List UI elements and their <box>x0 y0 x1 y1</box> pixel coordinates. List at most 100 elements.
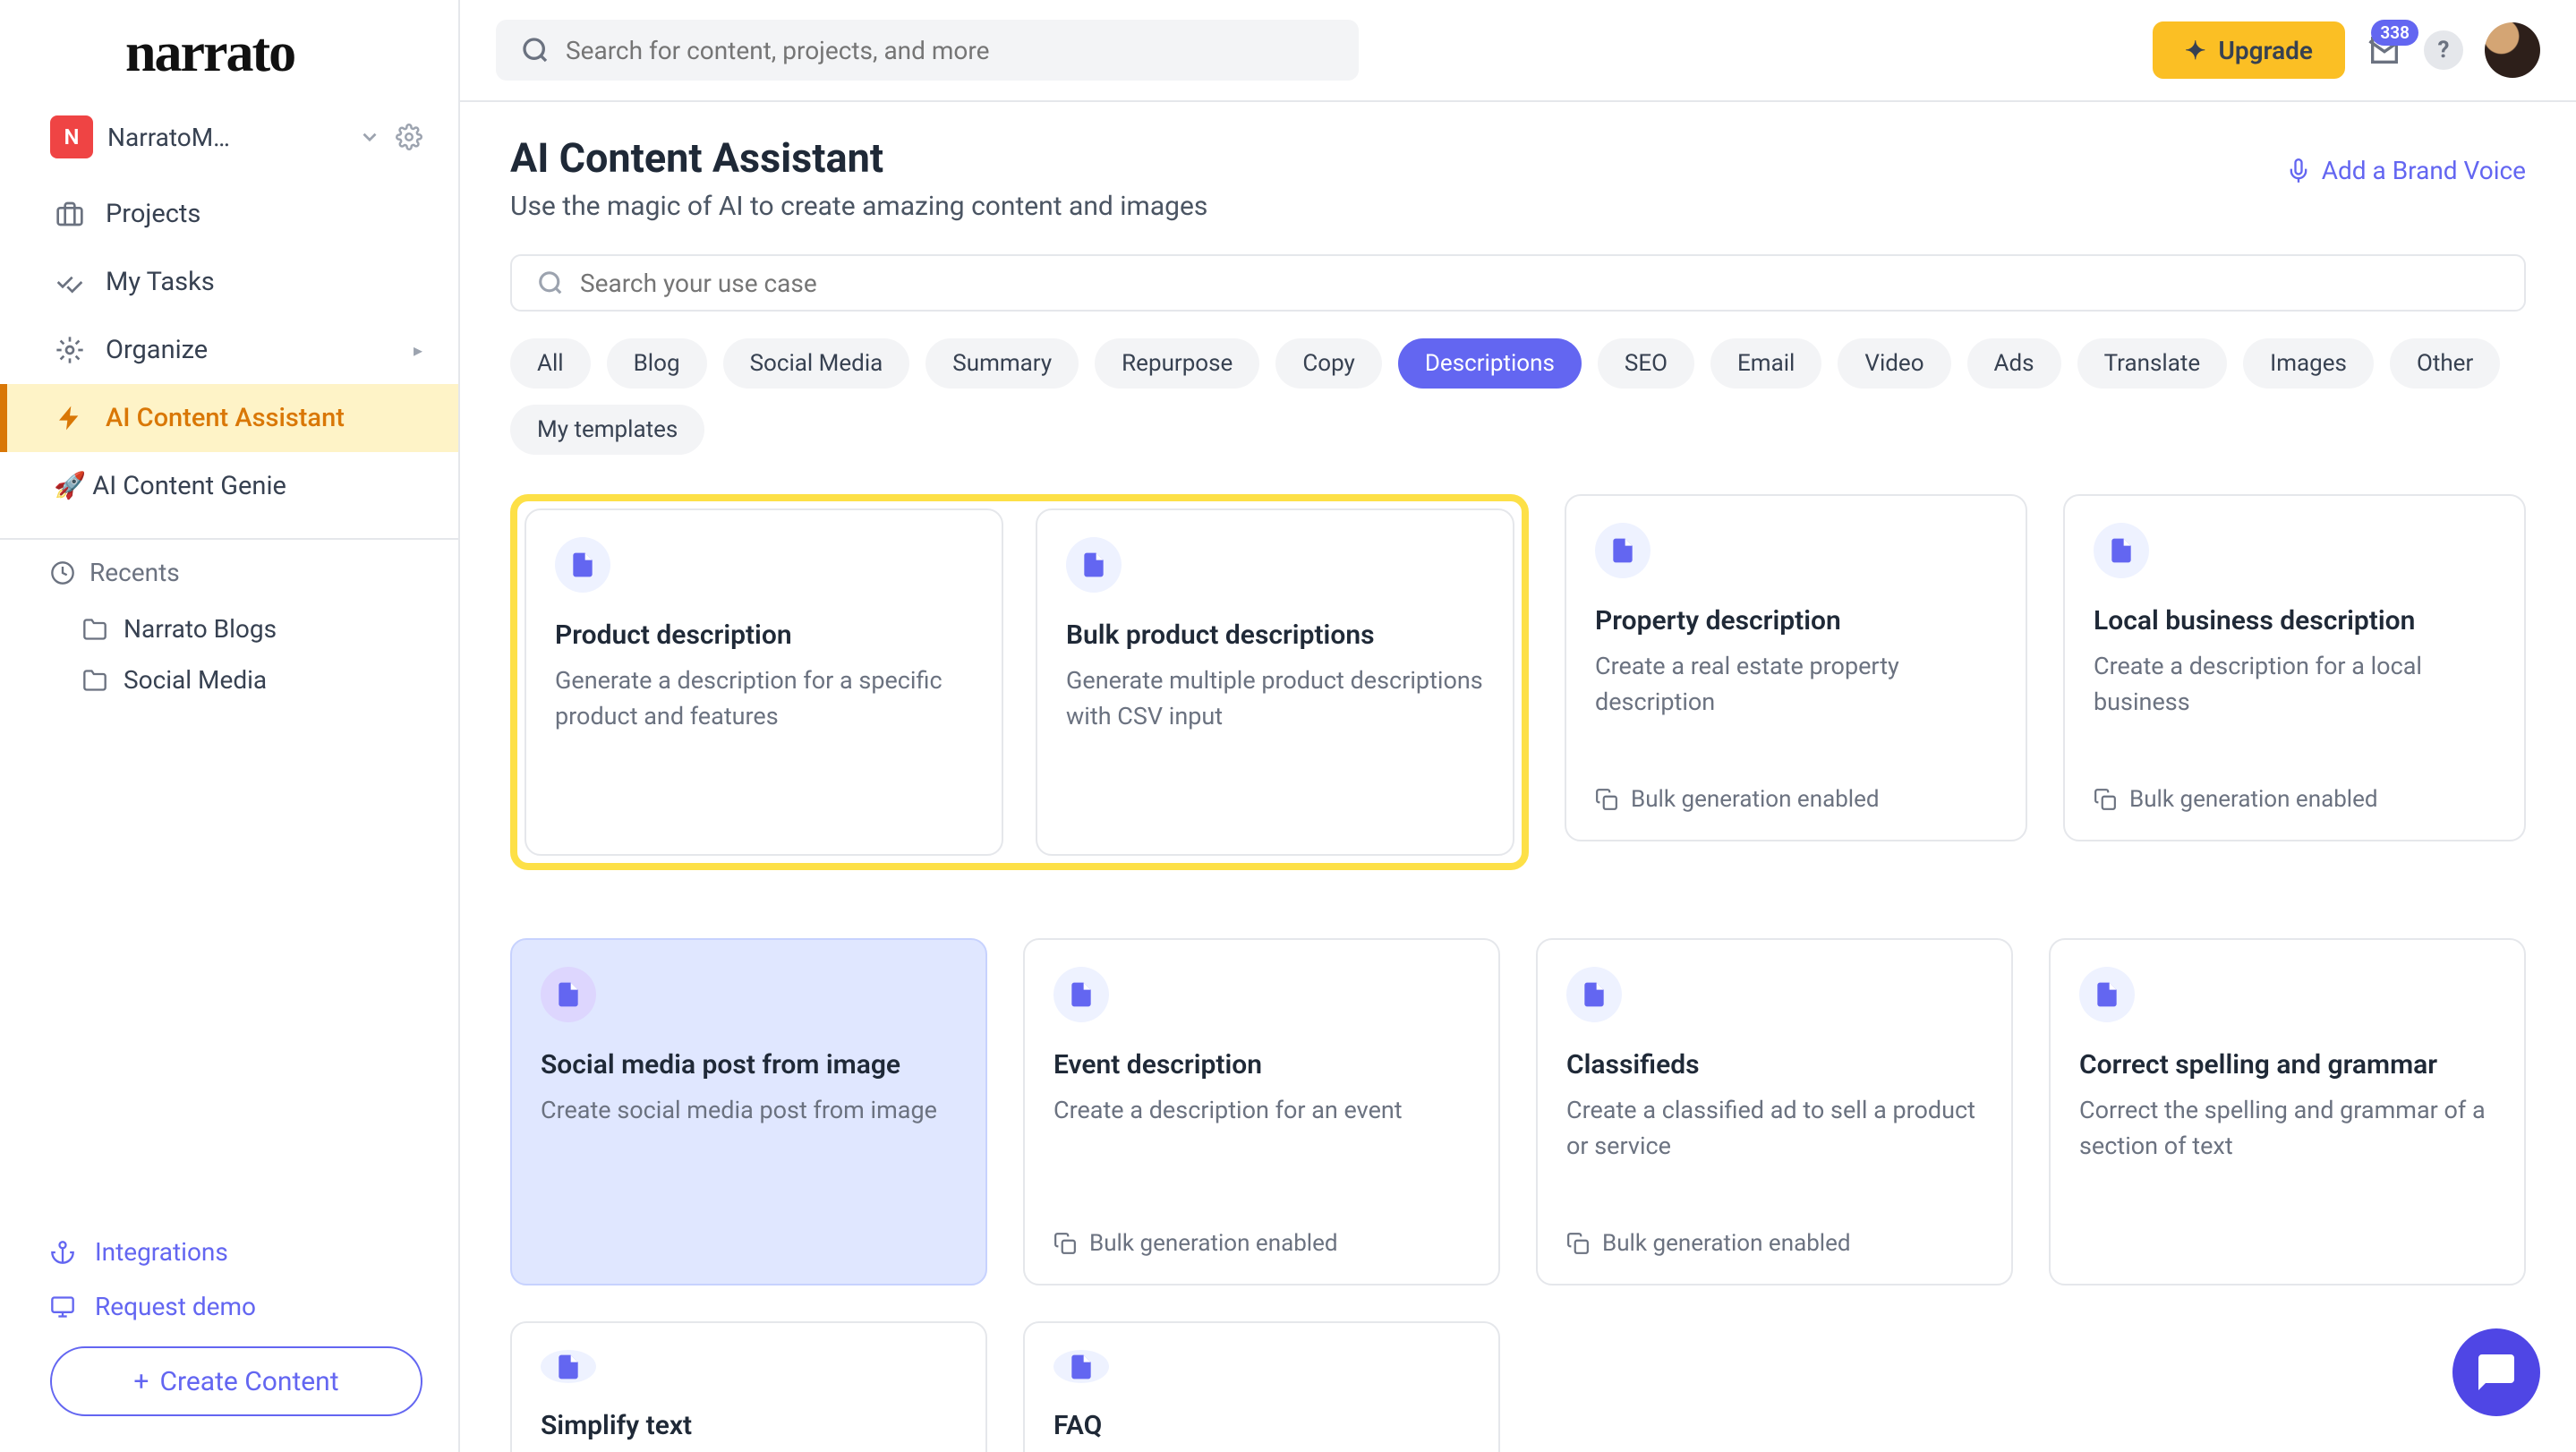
card-local-business-description[interactable]: Local business description Create a desc… <box>2063 494 2526 841</box>
sparkle-icon: ✦ <box>2185 36 2205 65</box>
bulk-enabled-label: Bulk generation enabled <box>1053 1230 1470 1257</box>
document-icon <box>2079 967 2135 1022</box>
nav-label: AI Content Assistant <box>106 403 345 433</box>
pill-repurpose[interactable]: Repurpose <box>1095 338 1259 389</box>
card-faq[interactable]: FAQ <box>1023 1321 1500 1452</box>
card-desc: Correct the spelling and grammar of a se… <box>2079 1093 2495 1163</box>
pill-ads[interactable]: Ads <box>1967 338 2061 389</box>
card-title: Event description <box>1053 1049 1470 1080</box>
monitor-icon <box>50 1294 75 1320</box>
card-desc: Generate a description for a specific pr… <box>555 663 973 733</box>
pill-all[interactable]: All <box>510 338 591 389</box>
document-icon <box>2094 523 2149 578</box>
workspace-badge: N <box>50 115 93 158</box>
nav-my-tasks[interactable]: My Tasks <box>0 248 458 316</box>
workspace-switcher[interactable]: N NarratoM… <box>0 107 458 180</box>
logo: narrato <box>0 0 458 107</box>
card-title: Correct spelling and grammar <box>2079 1049 2495 1080</box>
recent-item[interactable]: Social Media <box>50 654 422 705</box>
pill-video[interactable]: Video <box>1838 338 1950 389</box>
request-demo-link[interactable]: Request demo <box>50 1292 422 1321</box>
document-icon <box>1595 523 1651 578</box>
checks-icon <box>54 266 86 298</box>
copy-icon <box>1053 1232 1077 1255</box>
clock-icon <box>50 560 75 585</box>
anchor-icon <box>50 1240 75 1265</box>
pill-images[interactable]: Images <box>2243 338 2374 389</box>
usecase-search[interactable] <box>510 254 2526 312</box>
nav-organize[interactable]: Organize ▸ <box>0 316 458 384</box>
nav-label: Organize <box>106 335 208 365</box>
workspace-name: NarratoM… <box>107 123 344 152</box>
help-button[interactable]: ? <box>2424 30 2463 70</box>
copy-icon <box>2094 788 2117 811</box>
nav-label: Projects <box>106 199 200 229</box>
document-icon <box>541 1350 596 1383</box>
usecase-search-input[interactable] <box>580 269 2499 298</box>
primary-nav: Projects My Tasks Organize ▸ AI Content … <box>0 180 458 520</box>
notification-badge: 338 <box>2371 20 2418 46</box>
highlighted-card-group: Product description Generate a descripti… <box>510 494 1529 870</box>
bulk-enabled-label: Bulk generation enabled <box>1595 786 1997 813</box>
card-product-description[interactable]: Product description Generate a descripti… <box>525 508 1003 856</box>
integrations-link[interactable]: Integrations <box>50 1237 422 1267</box>
card-title: Property description <box>1595 605 1997 636</box>
card-title: Local business description <box>2094 605 2495 636</box>
card-event-description[interactable]: Event description Create a description f… <box>1023 938 1500 1285</box>
mic-icon <box>2286 158 2311 184</box>
recents-header: Recents <box>50 558 422 587</box>
pill-blog[interactable]: Blog <box>607 338 707 389</box>
pill-my-templates[interactable]: My templates <box>510 405 704 455</box>
pill-social-media[interactable]: Social Media <box>723 338 910 389</box>
pill-email[interactable]: Email <box>1710 338 1821 389</box>
folder-icon <box>82 617 107 642</box>
document-icon <box>1053 967 1109 1022</box>
page-subtitle: Use the magic of AI to create amazing co… <box>510 191 2526 222</box>
card-desc: Generate multiple product descriptions w… <box>1066 663 1484 733</box>
document-icon <box>1566 967 1622 1022</box>
card-title: Product description <box>555 619 973 651</box>
search-icon <box>521 36 550 64</box>
gear-icon <box>54 334 86 366</box>
card-desc: Create social media post from image <box>541 1093 957 1128</box>
copy-icon <box>1566 1232 1590 1255</box>
global-search[interactable] <box>496 20 1359 81</box>
card-desc: Create a description for an event <box>1053 1093 1470 1128</box>
card-title: Bulk product descriptions <box>1066 619 1484 651</box>
document-icon <box>1053 1350 1109 1383</box>
card-title: Classifieds <box>1566 1049 1983 1080</box>
card-title: FAQ <box>1053 1410 1470 1441</box>
pill-translate[interactable]: Translate <box>2077 338 2228 389</box>
plus-icon: + <box>133 1366 149 1397</box>
card-bulk-product-descriptions[interactable]: Bulk product descriptions Generate multi… <box>1036 508 1514 856</box>
recent-label: Social Media <box>124 665 267 695</box>
pill-summary[interactable]: Summary <box>925 338 1079 389</box>
upgrade-button[interactable]: ✦ Upgrade <box>2153 21 2345 79</box>
chevron-right-icon: ▸ <box>414 339 422 361</box>
card-property-description[interactable]: Property description Create a real estat… <box>1565 494 2027 841</box>
notifications-button[interactable]: 338 <box>2367 32 2402 68</box>
nav-projects[interactable]: Projects <box>0 180 458 248</box>
pill-seo[interactable]: SEO <box>1598 338 1694 389</box>
add-brand-voice-button[interactable]: Add a Brand Voice <box>2286 156 2526 185</box>
card-social-media-post-from-image[interactable]: Social media post from image Create soci… <box>510 938 987 1285</box>
pill-copy[interactable]: Copy <box>1275 338 1382 389</box>
sidebar: narrato N NarratoM… Projects My Tasks Or… <box>0 0 460 1452</box>
avatar[interactable] <box>2485 22 2540 78</box>
gear-icon[interactable] <box>396 124 422 150</box>
recents-section: Recents Narrato Blogs Social Media <box>0 558 458 705</box>
card-correct-spelling-grammar[interactable]: Correct spelling and grammar Correct the… <box>2049 938 2526 1285</box>
recent-item[interactable]: Narrato Blogs <box>50 603 422 654</box>
card-classifieds[interactable]: Classifieds Create a classified ad to se… <box>1536 938 2013 1285</box>
card-simplify-text[interactable]: Simplify text <box>510 1321 987 1452</box>
search-input[interactable] <box>566 36 1334 65</box>
document-icon <box>1066 537 1122 593</box>
pill-descriptions[interactable]: Descriptions <box>1398 338 1582 389</box>
chevron-down-icon[interactable] <box>358 125 381 149</box>
card-title: Social media post from image <box>541 1049 957 1080</box>
pill-other[interactable]: Other <box>2390 338 2500 389</box>
nav-ai-content-assistant[interactable]: AI Content Assistant <box>0 384 458 452</box>
create-content-button[interactable]: + Create Content <box>50 1346 422 1416</box>
chat-fab[interactable] <box>2452 1328 2540 1416</box>
nav-ai-content-genie[interactable]: 🚀 AI Content Genie <box>0 452 458 520</box>
